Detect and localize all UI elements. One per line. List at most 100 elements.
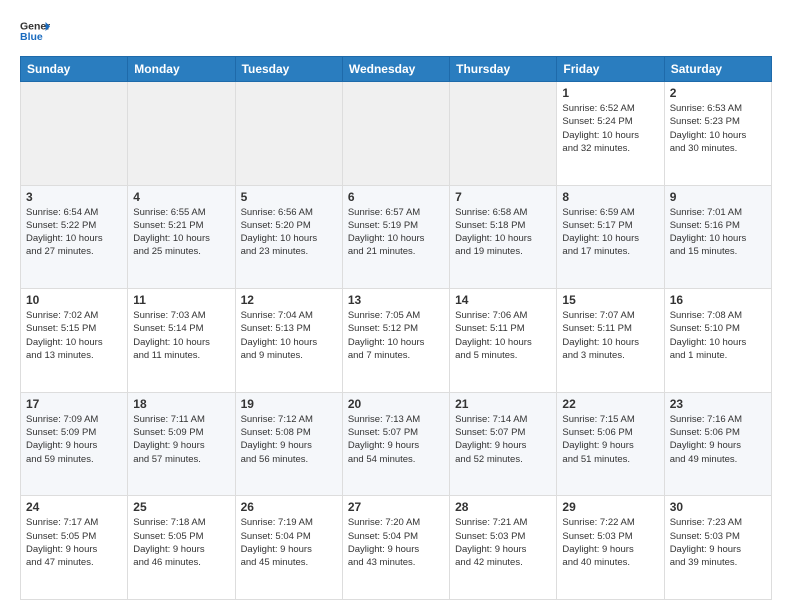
day-number: 10 xyxy=(26,293,122,307)
day-info: Sunrise: 7:01 AM Sunset: 5:16 PM Dayligh… xyxy=(670,206,766,259)
calendar-week-row: 17Sunrise: 7:09 AM Sunset: 5:09 PM Dayli… xyxy=(21,392,772,496)
calendar-cell: 7 Sunrise: 6:58 AM Sunset: 5:18 PM Daylig… xyxy=(450,185,557,289)
day-info: Sunrise: 6:59 AM Sunset: 5:17 PM Dayligh… xyxy=(562,206,658,259)
calendar-cell: 5 Sunrise: 6:56 AM Sunset: 5:20 PM Daylig… xyxy=(235,185,342,289)
day-number: 29 xyxy=(562,500,658,514)
day-number: 3 xyxy=(26,190,122,204)
calendar-cell: 19 Sunrise: 7:12 AM Sunset: 5:08 PM Dayli… xyxy=(235,392,342,496)
day-number: 4 xyxy=(133,190,229,204)
day-info: Sunrise: 6:57 AM Sunset: 5:19 PM Dayligh… xyxy=(348,206,444,259)
weekday-header-tuesday: Tuesday xyxy=(235,57,342,82)
calendar-cell: 12 Sunrise: 7:04 AM Sunset: 5:13 PM Dayli… xyxy=(235,289,342,393)
calendar-cell: 15 Sunrise: 7:07 AM Sunset: 5:11 PM Dayli… xyxy=(557,289,664,393)
day-number: 19 xyxy=(241,397,337,411)
calendar-cell xyxy=(450,82,557,186)
day-number: 6 xyxy=(348,190,444,204)
header: General Blue xyxy=(20,16,772,46)
day-info: Sunrise: 6:56 AM Sunset: 5:20 PM Dayligh… xyxy=(241,206,337,259)
day-number: 12 xyxy=(241,293,337,307)
day-number: 16 xyxy=(670,293,766,307)
day-info: Sunrise: 7:11 AM Sunset: 5:09 PM Dayligh… xyxy=(133,413,229,466)
day-number: 8 xyxy=(562,190,658,204)
day-number: 5 xyxy=(241,190,337,204)
day-info: Sunrise: 7:13 AM Sunset: 5:07 PM Dayligh… xyxy=(348,413,444,466)
day-number: 24 xyxy=(26,500,122,514)
day-info: Sunrise: 7:08 AM Sunset: 5:10 PM Dayligh… xyxy=(670,309,766,362)
weekday-header-saturday: Saturday xyxy=(664,57,771,82)
calendar-cell xyxy=(235,82,342,186)
calendar-cell xyxy=(21,82,128,186)
calendar-week-row: 10 Sunrise: 7:02 AM Sunset: 5:15 PM Dayli… xyxy=(21,289,772,393)
calendar-cell: 9 Sunrise: 7:01 AM Sunset: 5:16 PM Daylig… xyxy=(664,185,771,289)
day-number: 18 xyxy=(133,397,229,411)
calendar-cell: 11Sunrise: 7:03 AM Sunset: 5:14 PM Dayli… xyxy=(128,289,235,393)
day-info: Sunrise: 7:07 AM Sunset: 5:11 PM Dayligh… xyxy=(562,309,658,362)
day-info: Sunrise: 7:09 AM Sunset: 5:09 PM Dayligh… xyxy=(26,413,122,466)
day-number: 20 xyxy=(348,397,444,411)
calendar-cell: 13 Sunrise: 7:05 AM Sunset: 5:12 PM Dayli… xyxy=(342,289,449,393)
day-number: 30 xyxy=(670,500,766,514)
calendar-cell: 23Sunrise: 7:16 AM Sunset: 5:06 PM Dayli… xyxy=(664,392,771,496)
weekday-header-monday: Monday xyxy=(128,57,235,82)
day-number: 9 xyxy=(670,190,766,204)
calendar-page: General Blue SundayMondayTuesdayWednesda… xyxy=(0,0,792,612)
calendar-cell: 25 Sunrise: 7:18 AM Sunset: 5:05 PM Dayli… xyxy=(128,496,235,600)
weekday-header-thursday: Thursday xyxy=(450,57,557,82)
calendar-cell: 20 Sunrise: 7:13 AM Sunset: 5:07 PM Dayli… xyxy=(342,392,449,496)
day-info: Sunrise: 7:17 AM Sunset: 5:05 PM Dayligh… xyxy=(26,516,122,569)
calendar-cell: 10 Sunrise: 7:02 AM Sunset: 5:15 PM Dayli… xyxy=(21,289,128,393)
day-info: Sunrise: 7:20 AM Sunset: 5:04 PM Dayligh… xyxy=(348,516,444,569)
day-number: 15 xyxy=(562,293,658,307)
day-number: 28 xyxy=(455,500,551,514)
logo: General Blue xyxy=(20,16,50,46)
day-info: Sunrise: 7:04 AM Sunset: 5:13 PM Dayligh… xyxy=(241,309,337,362)
day-number: 1 xyxy=(562,86,658,100)
calendar-cell: 16 Sunrise: 7:08 AM Sunset: 5:10 PM Dayli… xyxy=(664,289,771,393)
day-info: Sunrise: 6:54 AM Sunset: 5:22 PM Dayligh… xyxy=(26,206,122,259)
calendar-cell xyxy=(128,82,235,186)
calendar-cell: 30Sunrise: 7:23 AM Sunset: 5:03 PM Dayli… xyxy=(664,496,771,600)
day-info: Sunrise: 6:58 AM Sunset: 5:18 PM Dayligh… xyxy=(455,206,551,259)
day-info: Sunrise: 7:22 AM Sunset: 5:03 PM Dayligh… xyxy=(562,516,658,569)
calendar-cell: 2Sunrise: 6:53 AM Sunset: 5:23 PM Daylig… xyxy=(664,82,771,186)
calendar-week-row: 3 Sunrise: 6:54 AM Sunset: 5:22 PM Daylig… xyxy=(21,185,772,289)
calendar-cell: 29 Sunrise: 7:22 AM Sunset: 5:03 PM Dayli… xyxy=(557,496,664,600)
day-info: Sunrise: 7:21 AM Sunset: 5:03 PM Dayligh… xyxy=(455,516,551,569)
day-number: 14 xyxy=(455,293,551,307)
day-info: Sunrise: 7:14 AM Sunset: 5:07 PM Dayligh… xyxy=(455,413,551,466)
day-number: 2 xyxy=(670,86,766,100)
weekday-header-sunday: Sunday xyxy=(21,57,128,82)
day-info: Sunrise: 7:16 AM Sunset: 5:06 PM Dayligh… xyxy=(670,413,766,466)
svg-text:Blue: Blue xyxy=(20,31,43,43)
calendar-cell: 3 Sunrise: 6:54 AM Sunset: 5:22 PM Daylig… xyxy=(21,185,128,289)
day-number: 26 xyxy=(241,500,337,514)
day-number: 21 xyxy=(455,397,551,411)
calendar-cell: 22Sunrise: 7:15 AM Sunset: 5:06 PM Dayli… xyxy=(557,392,664,496)
calendar-cell: 24 Sunrise: 7:17 AM Sunset: 5:05 PM Dayli… xyxy=(21,496,128,600)
calendar-cell: 28 Sunrise: 7:21 AM Sunset: 5:03 PM Dayli… xyxy=(450,496,557,600)
day-info: Sunrise: 7:19 AM Sunset: 5:04 PM Dayligh… xyxy=(241,516,337,569)
day-info: Sunrise: 7:02 AM Sunset: 5:15 PM Dayligh… xyxy=(26,309,122,362)
calendar-cell: 14 Sunrise: 7:06 AM Sunset: 5:11 PM Dayli… xyxy=(450,289,557,393)
day-info: Sunrise: 6:52 AM Sunset: 5:24 PM Dayligh… xyxy=(562,102,658,155)
calendar-cell: 4 Sunrise: 6:55 AM Sunset: 5:21 PM Daylig… xyxy=(128,185,235,289)
weekday-header-wednesday: Wednesday xyxy=(342,57,449,82)
day-info: Sunrise: 7:12 AM Sunset: 5:08 PM Dayligh… xyxy=(241,413,337,466)
calendar-table: SundayMondayTuesdayWednesdayThursdayFrid… xyxy=(20,56,772,600)
logo-icon: General Blue xyxy=(20,16,50,46)
day-info: Sunrise: 6:55 AM Sunset: 5:21 PM Dayligh… xyxy=(133,206,229,259)
calendar-cell: 21 Sunrise: 7:14 AM Sunset: 5:07 PM Dayli… xyxy=(450,392,557,496)
calendar-cell: 27 Sunrise: 7:20 AM Sunset: 5:04 PM Dayli… xyxy=(342,496,449,600)
day-info: Sunrise: 7:06 AM Sunset: 5:11 PM Dayligh… xyxy=(455,309,551,362)
day-info: Sunrise: 7:05 AM Sunset: 5:12 PM Dayligh… xyxy=(348,309,444,362)
day-info: Sunrise: 7:03 AM Sunset: 5:14 PM Dayligh… xyxy=(133,309,229,362)
calendar-cell: 26 Sunrise: 7:19 AM Sunset: 5:04 PM Dayli… xyxy=(235,496,342,600)
day-number: 25 xyxy=(133,500,229,514)
day-number: 7 xyxy=(455,190,551,204)
calendar-cell: 8 Sunrise: 6:59 AM Sunset: 5:17 PM Daylig… xyxy=(557,185,664,289)
day-number: 13 xyxy=(348,293,444,307)
day-info: Sunrise: 7:18 AM Sunset: 5:05 PM Dayligh… xyxy=(133,516,229,569)
weekday-header-row: SundayMondayTuesdayWednesdayThursdayFrid… xyxy=(21,57,772,82)
day-number: 27 xyxy=(348,500,444,514)
calendar-week-row: 24 Sunrise: 7:17 AM Sunset: 5:05 PM Dayli… xyxy=(21,496,772,600)
